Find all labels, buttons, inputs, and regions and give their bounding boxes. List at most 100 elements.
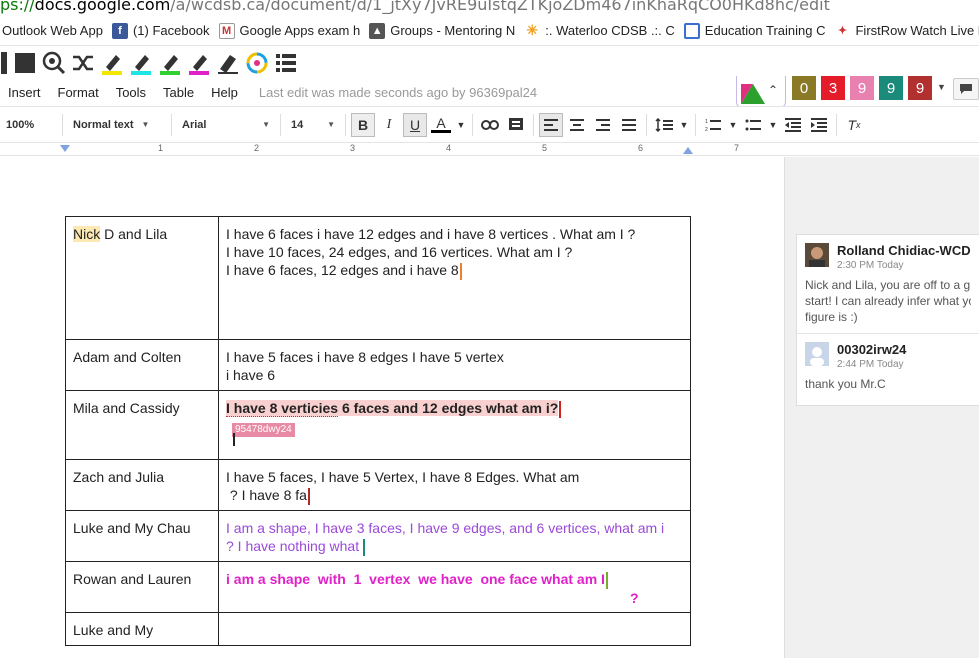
collaborator-badge[interactable]: 9 [879, 76, 903, 100]
chat-icon [960, 84, 972, 94]
refresh-colors-icon[interactable] [245, 51, 269, 75]
document-page[interactable]: Nick D and Lila I have 6 faces i have 12… [0, 157, 785, 658]
education-icon [683, 22, 700, 39]
collaborator-badge[interactable]: 0 [792, 76, 816, 100]
shuffle-icon[interactable] [71, 51, 95, 75]
riddle-line: i am a shape with 1 vertex we have one f… [226, 571, 605, 587]
highlighter-cyan-icon[interactable] [129, 51, 153, 75]
comment-thread[interactable]: Rolland Chidiac-WCDSB 2:30 PM Today Nick… [797, 235, 979, 333]
waterloo-icon: ✳ [526, 22, 539, 38]
url-path: /a/wcdsb.ca/document/d/1_jtXy7JvRE9uIstq… [170, 0, 830, 14]
comment-icon[interactable] [504, 113, 528, 137]
bookmark-education[interactable]: Education Training C [683, 22, 826, 39]
menu-insert[interactable]: Insert [8, 85, 41, 100]
group-names-cell[interactable]: Mila and Cassidy [65, 390, 219, 460]
left-indent-marker-icon[interactable] [60, 145, 70, 153]
group-names-cell[interactable]: Luke and My [65, 612, 219, 646]
comment-line: thank you Mr.C [805, 377, 886, 391]
collapse-icon[interactable]: ⌃ [768, 83, 778, 97]
gmail-icon: M [218, 22, 235, 39]
clear-formatting-icon[interactable]: Tx [842, 113, 866, 137]
bookmark-facebook[interactable]: f (1) Facebook [111, 22, 210, 39]
underline-button[interactable]: U [403, 112, 427, 137]
align-center-button[interactable] [565, 113, 589, 137]
menu-table[interactable]: Table [163, 85, 194, 100]
speech-search-icon[interactable] [42, 51, 66, 75]
riddle-cell[interactable]: I have 5 faces, I have 5 Vertex, I have … [218, 459, 691, 511]
text-color-button[interactable]: A [429, 113, 453, 137]
group-names-cell[interactable]: Adam and Colten [65, 339, 219, 391]
menu-format[interactable]: Format [58, 85, 99, 100]
align-left-button[interactable] [539, 112, 563, 137]
highlighter-yellow-icon[interactable] [100, 51, 124, 75]
bookmark-outlook[interactable]: Outlook Web App [2, 23, 103, 38]
style-select[interactable]: Normal text ▼ [67, 112, 167, 138]
align-right-button[interactable] [591, 113, 615, 137]
riddle-line: ? I have 8 fa [226, 487, 307, 503]
ruler-number: 1 [158, 143, 164, 153]
last-edit-status[interactable]: Last edit was made seconds ago by 96369p… [259, 85, 537, 100]
riddle-cell[interactable] [218, 612, 691, 646]
riddle-cell[interactable]: I am a shape, I have 3 faces, I have 9 e… [218, 510, 691, 562]
bookmark-firstrow[interactable]: ✦ FirstRow Watch Live M [834, 23, 979, 39]
extension-handle[interactable] [0, 51, 8, 75]
font-size-select[interactable]: 14 ▼ [285, 112, 341, 138]
group-names-cell[interactable]: Luke and My Chau [65, 510, 219, 562]
collaborator-badge[interactable]: 9 [850, 76, 874, 100]
chevron-down-icon[interactable]: ▼ [727, 113, 739, 137]
chevron-down-icon[interactable]: ▼ [455, 113, 467, 137]
collaborator-label: 9 [915, 79, 925, 97]
eraser-icon[interactable] [216, 51, 240, 75]
collaborator-cursor [605, 571, 608, 589]
riddle-line: ? [630, 589, 639, 606]
font-select[interactable]: Arial ▼ [176, 112, 276, 138]
bookmark-label: Education Training C [704, 23, 826, 38]
chevron-down-icon[interactable]: ▼ [678, 113, 690, 137]
chat-button[interactable] [953, 78, 979, 100]
bulleted-list-icon[interactable] [741, 113, 765, 137]
highlighter-magenta-icon[interactable] [187, 51, 211, 75]
list-icon[interactable] [274, 51, 298, 75]
group-names-cell[interactable]: Zach and Julia [65, 459, 219, 511]
riddle-cell[interactable]: I have 8 verticies 6 faces and 12 edges … [218, 390, 691, 460]
numbered-list-icon[interactable]: 12 [701, 113, 725, 137]
collaborator-cursor [459, 262, 462, 280]
bookmark-groups[interactable]: ▲ Groups - Mentoring N [369, 22, 515, 39]
url-scheme: ps:// [0, 0, 35, 14]
riddle-cell[interactable]: I have 6 faces i have 12 edges and i hav… [218, 216, 691, 340]
collaborator-badge[interactable]: 9 [908, 76, 932, 100]
riddle-cell[interactable]: i am a shape with 1 vertex we have one f… [218, 561, 691, 613]
menu-help[interactable]: Help [211, 85, 238, 100]
chevron-down-icon[interactable]: ▼ [767, 113, 779, 137]
collaborator-badge[interactable]: 3 [821, 76, 845, 100]
riddle-line: I am a shape, I have 3 faces, I have 9 e… [226, 520, 665, 536]
bookmark-google-apps[interactable]: M Google Apps exam h [218, 22, 360, 39]
riddle-cell[interactable]: I have 5 faces i have 8 edges I have 5 v… [218, 339, 691, 391]
justify-button[interactable] [617, 113, 641, 137]
highlighter-green-icon[interactable] [158, 51, 182, 75]
ruler[interactable]: 1 2 3 4 5 6 7 [0, 142, 979, 156]
riddles-table: Nick D and Lila I have 6 faces i have 12… [65, 216, 691, 646]
italic-button[interactable]: I [377, 113, 401, 137]
zoom-select[interactable]: 100% [0, 112, 58, 138]
group-names: Mila and Cassidy [73, 400, 180, 416]
address-bar[interactable]: ps://docs.google.com/a/wcdsb.ca/document… [0, 0, 979, 16]
decrease-indent-icon[interactable] [781, 113, 805, 137]
menu-tools[interactable]: Tools [116, 85, 146, 100]
group-names-cell[interactable]: Rowan and Lauren [65, 561, 219, 613]
stop-icon[interactable] [13, 51, 37, 75]
increase-indent-icon[interactable] [807, 113, 831, 137]
self-avatar-box[interactable]: ⌃ [736, 76, 786, 108]
comment-reply[interactable]: 00302irw24 2:44 PM Today thank you Mr.C [797, 333, 979, 400]
link-icon[interactable] [478, 113, 502, 137]
text-color-swatch [431, 130, 451, 133]
bold-button[interactable]: B [351, 112, 375, 137]
collaborator-name-tag: 95478dwy24 [232, 422, 295, 437]
group-names-cell[interactable]: Nick D and Lila [65, 216, 219, 340]
line-spacing-icon[interactable] [652, 113, 676, 137]
group-names: Luke and My Chau [73, 520, 191, 536]
table-row: Adam and Colten I have 5 faces i have 8 … [65, 339, 691, 391]
collaborators-dropdown-icon[interactable]: ▼ [937, 82, 946, 92]
right-indent-marker-icon[interactable] [683, 147, 693, 155]
bookmark-waterloo[interactable]: ✳:. Waterloo CDSB .:. C [524, 22, 674, 39]
